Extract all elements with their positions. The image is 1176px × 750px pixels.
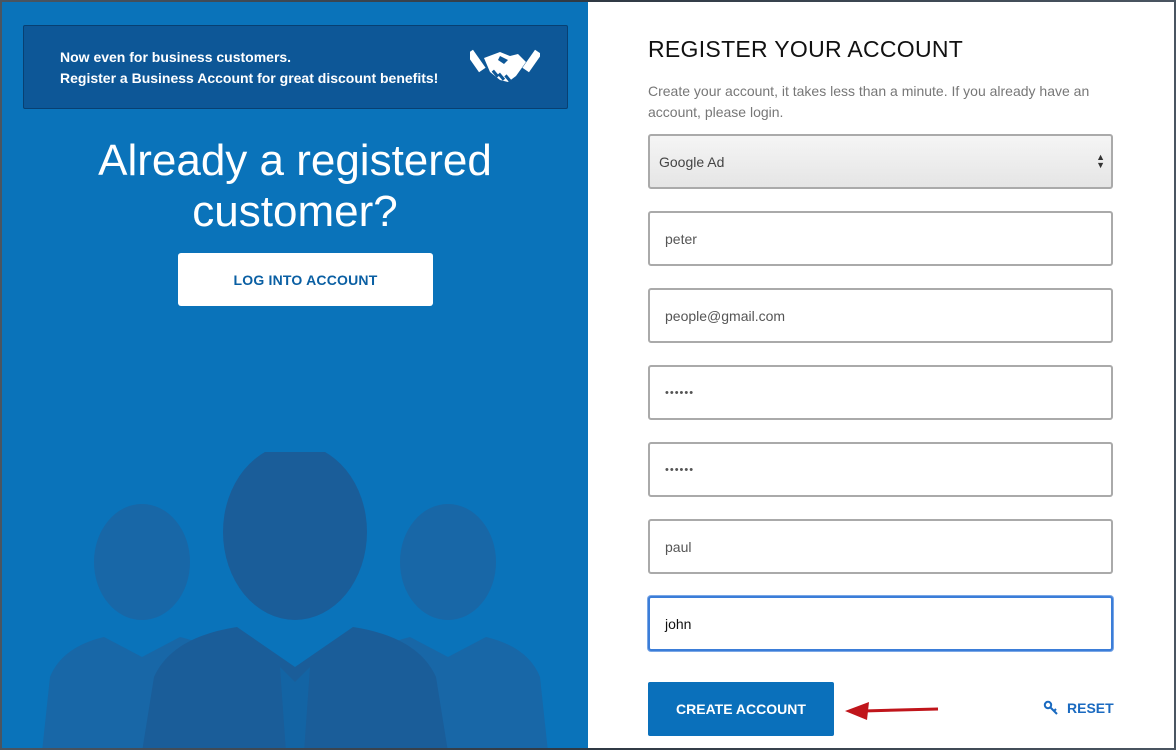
key-icon — [1043, 700, 1058, 715]
create-account-button[interactable]: CREATE ACCOUNT — [648, 682, 834, 736]
people-silhouette-icon — [42, 452, 548, 748]
text-input-7[interactable]: john — [648, 596, 1113, 651]
register-panel: REGISTER YOUR ACCOUNT Create your accoun… — [588, 2, 1174, 748]
first-name-input[interactable]: peter — [648, 211, 1113, 266]
log-into-account-button[interactable]: LOG INTO ACCOUNT — [178, 253, 433, 306]
password-input[interactable]: •••••• — [648, 365, 1113, 420]
text-input-6[interactable]: paul — [648, 519, 1113, 574]
select-arrows-icon: ▲ ▼ — [1096, 152, 1105, 170]
promo-line-2: Register a Business Account for great di… — [60, 70, 439, 86]
reset-label: RESET — [1067, 700, 1114, 716]
confirm-password-input[interactable]: •••••• — [648, 442, 1113, 497]
promo-line-1: Now even for business customers. — [60, 49, 292, 65]
source-select[interactable]: Google Ad ▲ ▼ — [648, 134, 1113, 189]
registered-customer-heading: Already a registered customer? — [98, 136, 492, 236]
red-arrow-icon — [845, 702, 939, 720]
email-input[interactable]: people@gmail.com — [648, 288, 1113, 343]
register-title: REGISTER YOUR ACCOUNT — [648, 36, 964, 62]
reset-link[interactable]: RESET — [1043, 700, 1114, 716]
business-promo-banner[interactable]: Now even for business customers. Registe… — [23, 25, 568, 109]
source-select-value: Google Ad — [659, 153, 725, 170]
handshake-icon — [470, 49, 540, 82]
register-description: Create your account, it takes less than … — [648, 83, 1090, 120]
login-panel: Now even for business customers. Registe… — [2, 2, 588, 748]
